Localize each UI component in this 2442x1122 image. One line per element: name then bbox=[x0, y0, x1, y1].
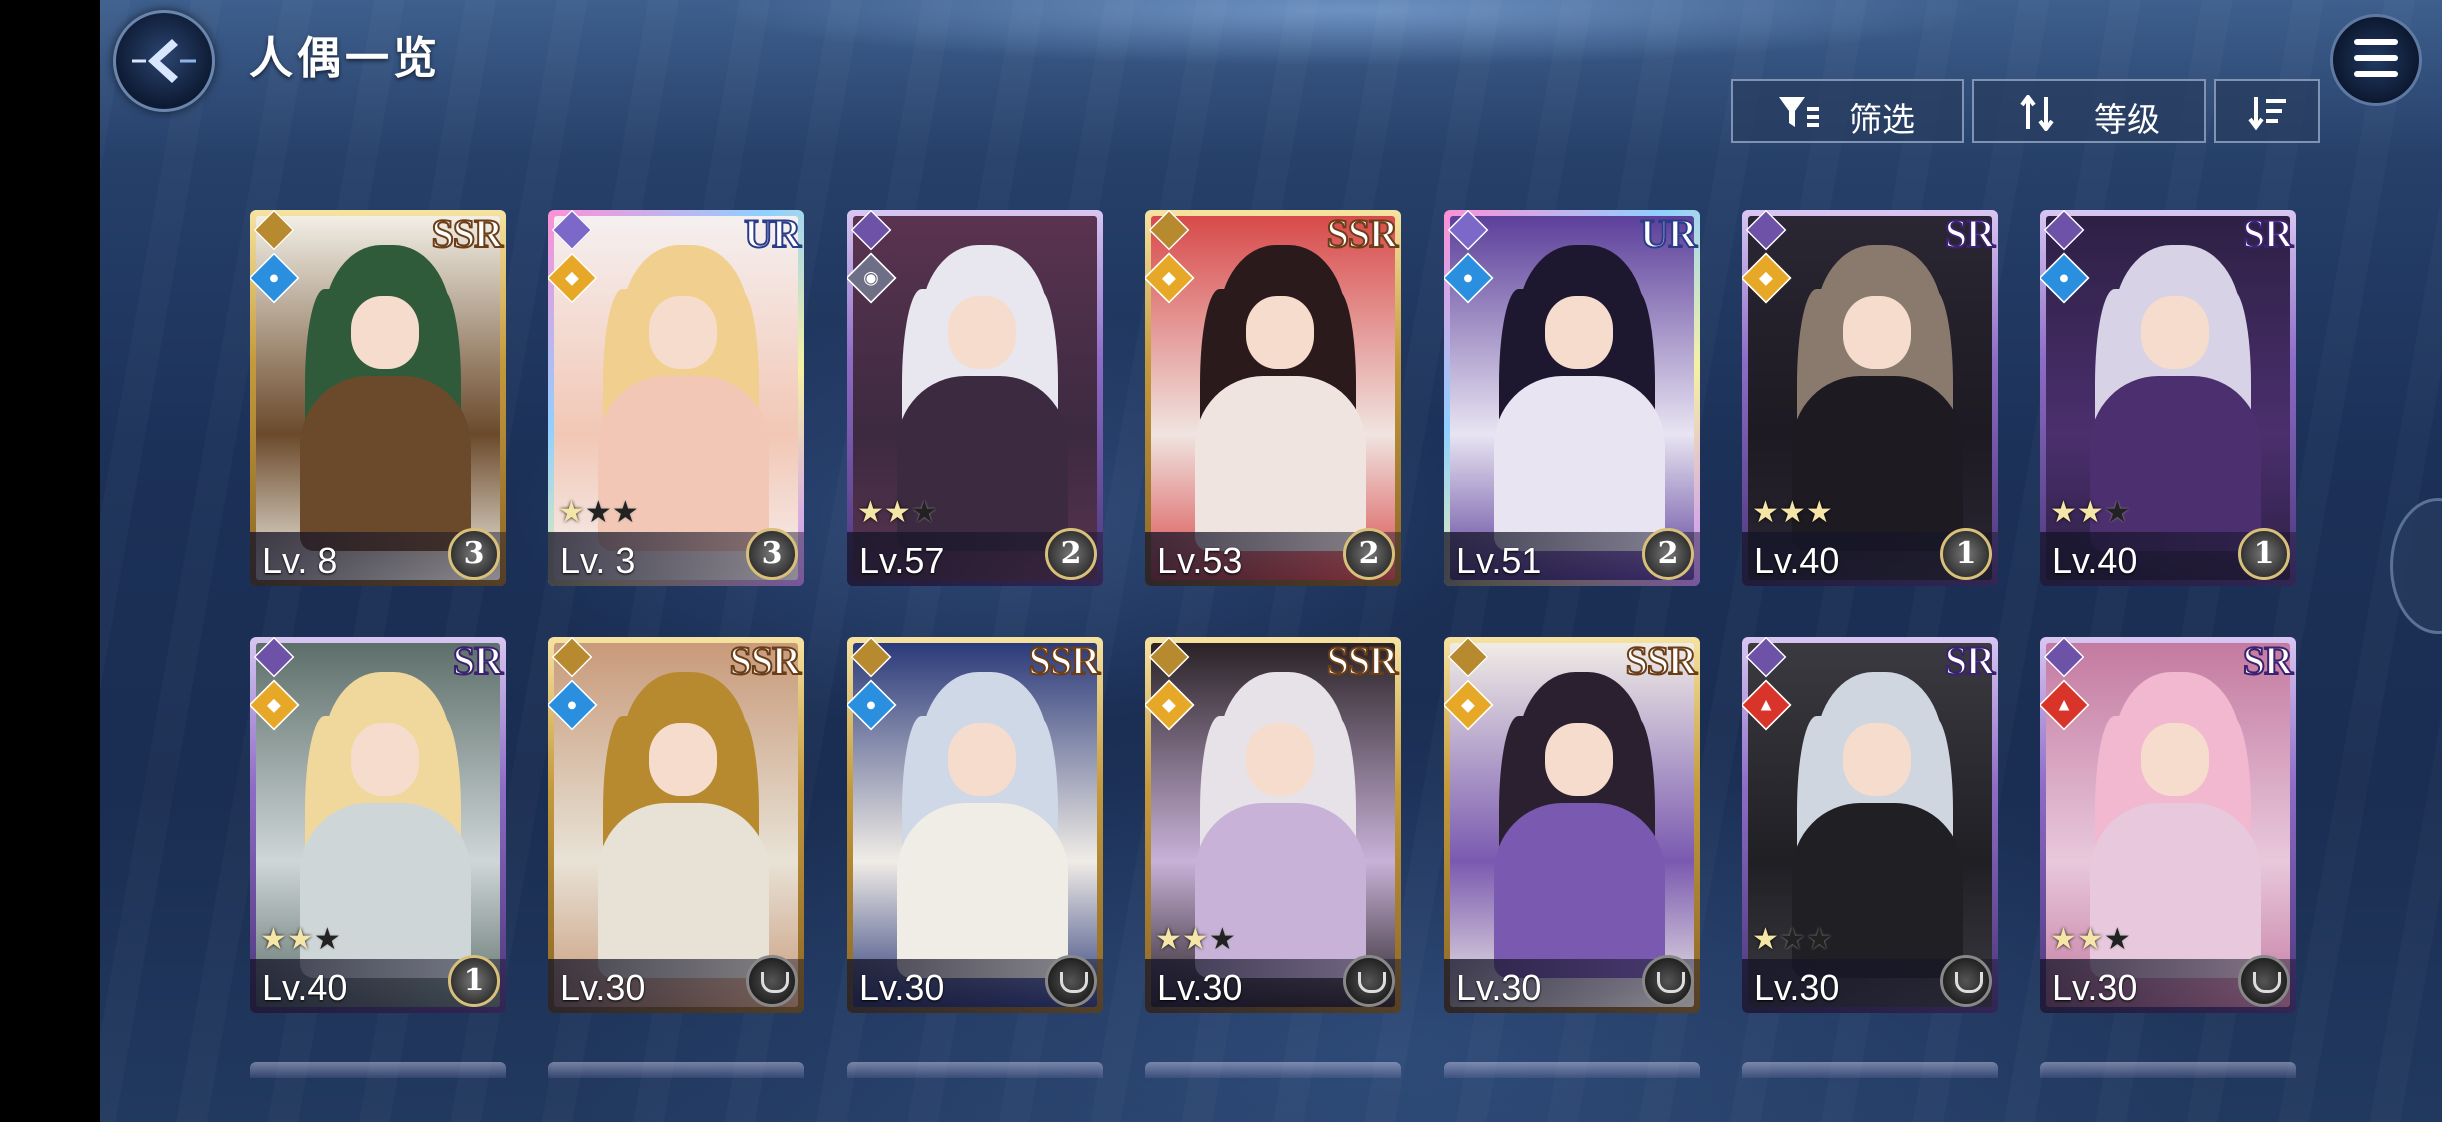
doll-card[interactable]: ◆ SR ★★★ Lv.40 1 bbox=[1742, 210, 1998, 586]
level-label: Lv.40 bbox=[262, 967, 348, 1008]
level-label: Lv.53 bbox=[1157, 540, 1243, 581]
rarity-label: SR bbox=[2242, 637, 2294, 684]
awaken-count-badge: 3 bbox=[448, 528, 500, 580]
doll-card[interactable]: ● UR Lv.51 2 bbox=[1444, 210, 1700, 586]
card-partial bbox=[847, 1062, 1103, 1078]
level-label: Lv.57 bbox=[859, 540, 945, 581]
level-label: Lv.30 bbox=[1456, 967, 1542, 1008]
card-partial bbox=[250, 1062, 506, 1078]
rarity-label: SR bbox=[1944, 210, 1996, 257]
awaken-count-badge: 2 bbox=[1642, 528, 1694, 580]
star-rating: ★★★ bbox=[558, 496, 639, 529]
card-partial bbox=[548, 1062, 804, 1078]
awaken-count-badge: 2 bbox=[1343, 528, 1395, 580]
doll-card[interactable]: ● SSR Lv.30 bbox=[847, 637, 1103, 1013]
filter-label: 筛选 bbox=[1849, 101, 1915, 138]
menu-button[interactable] bbox=[2330, 14, 2422, 106]
doll-card[interactable]: ◆ SSR Lv.30 bbox=[1444, 637, 1700, 1013]
star-rating: ★★★ bbox=[1155, 923, 1236, 956]
card-partial bbox=[1145, 1062, 1401, 1078]
rarity-label: UR bbox=[743, 210, 802, 257]
rarity-label: SR bbox=[1944, 637, 1996, 684]
rarity-label: UR bbox=[1639, 210, 1698, 257]
card-partial bbox=[2040, 1062, 2296, 1078]
filter-icon bbox=[1779, 97, 1819, 127]
sort-order-button[interactable] bbox=[2214, 79, 2320, 143]
level-label: Lv. 3 bbox=[560, 540, 636, 581]
star-rating: ★★★ bbox=[260, 923, 341, 956]
level-label: Lv.40 bbox=[1754, 540, 1840, 581]
doll-card[interactable]: ◉ ★★★ Lv.57 2 bbox=[847, 210, 1103, 586]
star-rating: ★★★ bbox=[1752, 496, 1833, 529]
level-label: Lv.30 bbox=[859, 967, 945, 1008]
star-rating: ★★★ bbox=[857, 496, 938, 529]
star-rating: ★★★ bbox=[1752, 923, 1833, 956]
card-partial bbox=[1742, 1062, 1998, 1078]
level-label: Lv.51 bbox=[1456, 540, 1542, 581]
awaken-empty-icon bbox=[746, 955, 798, 1007]
rarity-label: SSR bbox=[1326, 210, 1399, 257]
rarity-label: SSR bbox=[431, 210, 504, 257]
filter-button[interactable]: 筛选 bbox=[1731, 79, 1964, 143]
back-arrow-icon bbox=[132, 39, 196, 83]
awaken-empty-icon bbox=[2238, 955, 2290, 1007]
rarity-label: SSR bbox=[1326, 637, 1399, 684]
menu-icon-bar bbox=[2354, 71, 2398, 77]
rarity-label: SR bbox=[2242, 210, 2294, 257]
awaken-empty-icon bbox=[1343, 955, 1395, 1007]
awaken-count-badge: 1 bbox=[448, 955, 500, 1007]
doll-card[interactable]: ● SR ★★★ Lv.40 1 bbox=[2040, 210, 2296, 586]
level-label: Lv.30 bbox=[1157, 967, 1243, 1008]
doll-card[interactable]: ▲ SR ★★★ Lv.30 bbox=[1742, 637, 1998, 1013]
rarity-label: SSR bbox=[729, 637, 802, 684]
awaken-empty-icon bbox=[1045, 955, 1097, 1007]
doll-card[interactable]: ● SSR Lv.30 bbox=[548, 637, 804, 1013]
menu-icon-bar bbox=[2354, 39, 2398, 45]
rarity-label: SSR bbox=[1028, 637, 1101, 684]
awaken-empty-icon bbox=[1642, 955, 1694, 1007]
menu-icon-bar bbox=[2354, 55, 2398, 61]
awaken-count-badge: 1 bbox=[2238, 528, 2290, 580]
awaken-count-badge: 2 bbox=[1045, 528, 1097, 580]
rarity-label: SR bbox=[452, 637, 504, 684]
level-label: Lv.30 bbox=[1754, 967, 1840, 1008]
doll-card[interactable]: ▲ SR ★★★ Lv.30 bbox=[2040, 637, 2296, 1013]
doll-card[interactable]: ● SSR Lv. 83 bbox=[250, 210, 506, 586]
page-title: 人偶一览 bbox=[249, 34, 441, 83]
level-label: Lv.40 bbox=[2052, 540, 2138, 581]
awaken-empty-icon bbox=[1940, 955, 1992, 1007]
level-label: Lv.30 bbox=[560, 967, 646, 1008]
app-screen: 人偶一览 筛选 等级 ● SSR Lv. 8 3 ◆ UR ★★★ Lv. 3 3 ◉ ★★★ Lv.… bbox=[0, 0, 2442, 1122]
doll-card[interactable]: ◆ SSR Lv.53 2 bbox=[1145, 210, 1401, 586]
star-rating: ★★★ bbox=[2050, 496, 2131, 529]
sort-arrows-icon bbox=[2020, 95, 2054, 131]
sort-label: 等级 bbox=[2094, 101, 2160, 138]
level-label: Lv. 8 bbox=[262, 540, 338, 581]
sort-descending-icon bbox=[2248, 97, 2286, 131]
doll-card[interactable]: ◆ SSR ★★★ Lv.30 bbox=[1145, 637, 1401, 1013]
back-button[interactable] bbox=[113, 10, 215, 112]
level-label: Lv.30 bbox=[2052, 967, 2138, 1008]
awaken-count-badge: 1 bbox=[1940, 528, 1992, 580]
rarity-label: SSR bbox=[1625, 637, 1698, 684]
sort-level-button[interactable]: 等级 bbox=[1972, 79, 2206, 143]
card-partial bbox=[1444, 1062, 1700, 1078]
star-rating: ★★★ bbox=[2050, 923, 2131, 956]
doll-card[interactable]: ◆ UR ★★★ Lv. 33 bbox=[548, 210, 804, 586]
doll-card[interactable]: ◆ SR ★★★ Lv.40 1 bbox=[250, 637, 506, 1013]
awaken-count-badge: 3 bbox=[746, 528, 798, 580]
